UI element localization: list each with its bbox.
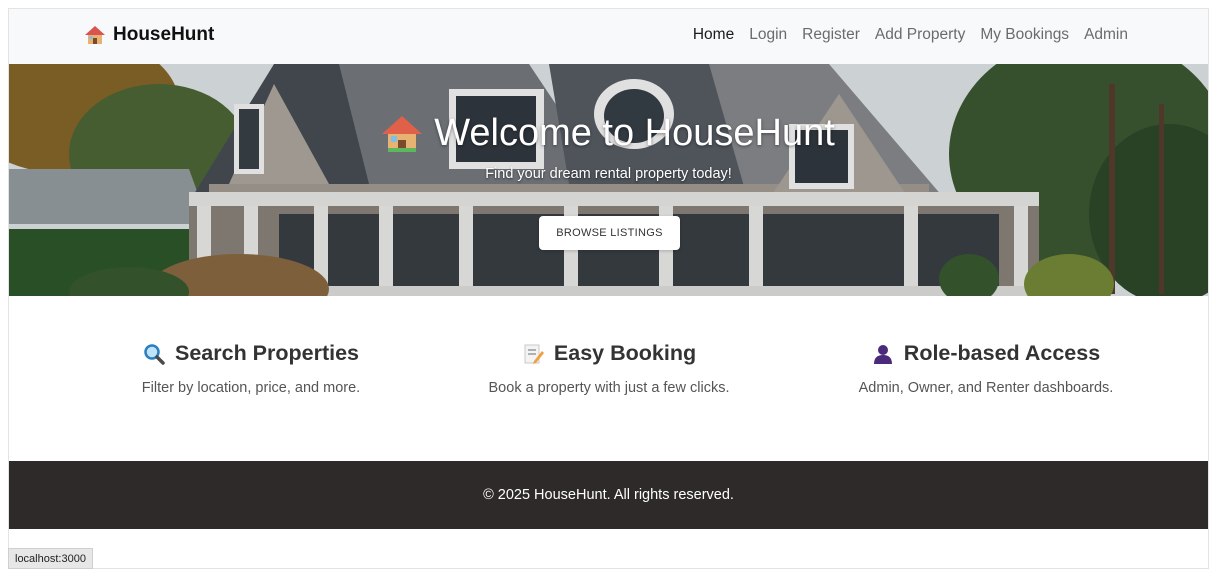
feature-search: Search Properties Filter by location, pr… [71, 341, 431, 396]
feature-description: Book a property with just a few clicks. [488, 380, 730, 396]
hero-title: Welcome to HouseHunt [9, 112, 1208, 155]
memo-icon [524, 344, 544, 364]
features-section: Search Properties Filter by location, pr… [9, 296, 1208, 461]
feature-title: Easy Booking [429, 341, 789, 366]
nav-admin[interactable]: Admin [1084, 26, 1128, 44]
feature-title-text: Easy Booking [553, 341, 697, 365]
browse-listings-button[interactable]: BROWSE LISTINGS [539, 216, 680, 250]
feature-booking: Easy Booking Book a property with just a… [429, 341, 789, 396]
feature-title-text: Role-based Access [903, 341, 1101, 365]
brand-link[interactable]: HouseHunt [85, 24, 214, 46]
magnifier-icon [144, 343, 165, 365]
house-icon [85, 26, 105, 44]
hero-subtitle: Find your dream rental property today! [485, 166, 732, 182]
nav-links: Home Login Register Add Property My Book… [693, 26, 1128, 44]
footer-copyright: © 2025 HouseHunt. All rights reserved. [483, 487, 734, 503]
feature-roles: Role-based Access Admin, Owner, and Rent… [806, 341, 1166, 396]
nav-add-property[interactable]: Add Property [875, 26, 965, 44]
nav-login[interactable]: Login [749, 26, 787, 44]
feature-description: Admin, Owner, and Renter dashboards. [858, 380, 1114, 396]
nav-home[interactable]: Home [693, 26, 734, 44]
feature-title: Role-based Access [806, 341, 1166, 366]
brand-name: HouseHunt [113, 24, 215, 45]
footer: © 2025 HouseHunt. All rights reserved. [9, 461, 1208, 529]
feature-title: Search Properties [71, 341, 431, 366]
feature-description: Filter by location, price, and more. [141, 380, 361, 396]
hero-title-text: Welcome to HouseHunt [434, 112, 835, 154]
user-silhouette-icon [873, 344, 892, 364]
hero-section: Welcome to HouseHunt Find your dream ren… [9, 64, 1208, 296]
status-bar-url: localhost:3000 [8, 548, 93, 569]
house-icon [382, 115, 423, 152]
navbar: HouseHunt Home Login Register Add Proper… [9, 9, 1208, 64]
feature-title-text: Search Properties [174, 341, 360, 365]
nav-register[interactable]: Register [802, 26, 860, 44]
nav-my-bookings[interactable]: My Bookings [980, 26, 1069, 44]
browser-viewport: HouseHunt Home Login Register Add Proper… [8, 8, 1209, 569]
